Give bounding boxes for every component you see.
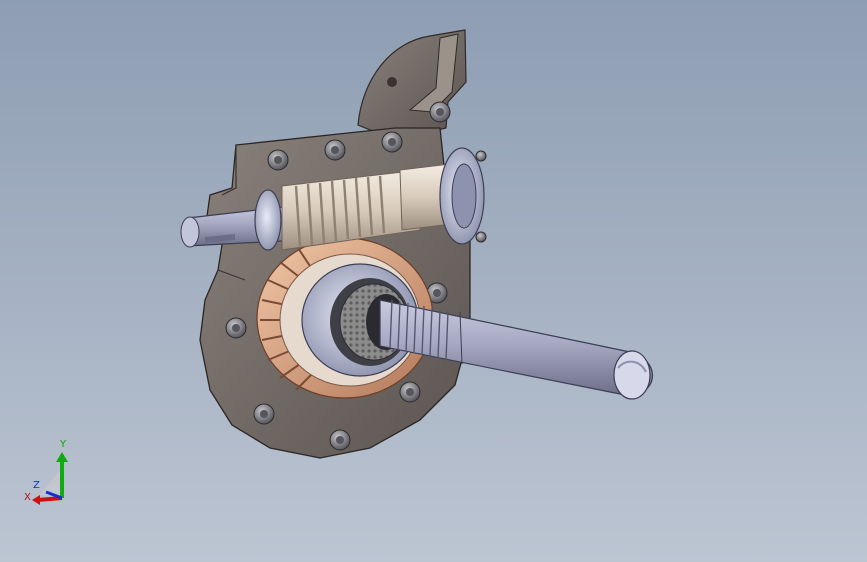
upper-bracket[interactable] (357, 29, 467, 141)
bolt[interactable] (429, 101, 451, 123)
graphics-viewport[interactable]: Y Z X (0, 0, 867, 562)
bolt[interactable] (324, 139, 346, 161)
gearbox-assembly-model[interactable] (0, 0, 867, 562)
bolt[interactable] (267, 149, 289, 171)
bolt[interactable] (225, 317, 247, 339)
y-axis-label: Y (60, 439, 67, 450)
bolt[interactable] (381, 131, 403, 153)
z-axis-label: Z (33, 480, 40, 491)
x-axis-label: X (24, 492, 31, 503)
bolt[interactable] (399, 381, 421, 403)
coordinate-triad: Y Z X (20, 440, 80, 510)
bolt[interactable] (253, 403, 275, 425)
bolt[interactable] (329, 429, 351, 451)
